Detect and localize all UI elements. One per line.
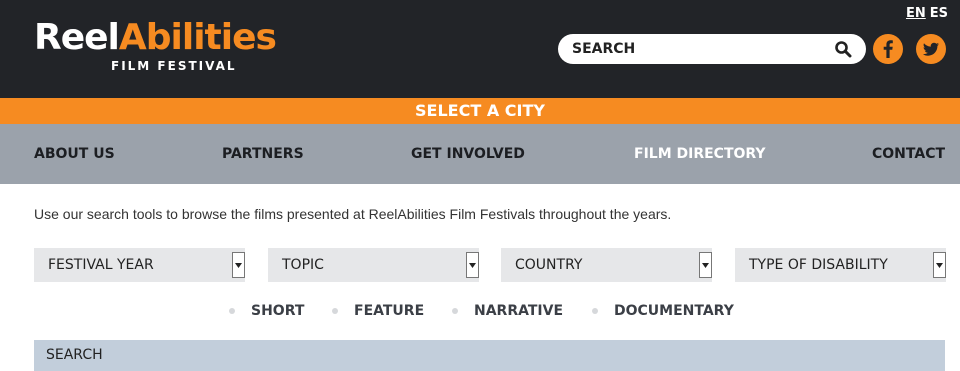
nav-get-involved[interactable]: GET INVOLVED (411, 124, 525, 184)
language-es-link[interactable]: ES (930, 6, 948, 21)
site-header: ReelAbilities FILM FESTIVAL EN ES (0, 0, 960, 98)
type-of-disability-label: TYPE OF DISABILITY (749, 257, 888, 273)
radio-dot (592, 308, 598, 314)
language-switcher: EN ES (906, 6, 948, 21)
site-logo[interactable]: ReelAbilities FILM FESTIVAL (34, 17, 277, 74)
chevron-down-icon (466, 252, 479, 278)
main-nav: ABOUT US PARTNERS GET INVOLVED FILM DIRE… (0, 124, 960, 184)
country-select[interactable]: COUNTRY (501, 248, 712, 282)
topic-select[interactable]: TOPIC (268, 248, 479, 282)
type-short-option[interactable]: SHORT (229, 300, 304, 322)
twitter-icon[interactable] (916, 34, 946, 64)
search-input[interactable] (572, 34, 828, 64)
select-city-bar[interactable]: SELECT A CITY (0, 98, 960, 124)
type-narrative-label: NARRATIVE (474, 303, 564, 319)
language-en-link[interactable]: EN (906, 6, 926, 21)
chevron-down-icon (699, 252, 712, 278)
type-documentary-option[interactable]: DOCUMENTARY (592, 300, 734, 322)
search-button-label: SEARCH (46, 347, 103, 363)
nav-contact[interactable]: CONTACT (872, 124, 945, 184)
intro-text: Use our search tools to browse the films… (34, 206, 672, 222)
logo-subtitle: FILM FESTIVAL (111, 59, 237, 73)
radio-dot (332, 308, 338, 314)
type-feature-label: FEATURE (354, 303, 425, 319)
country-label: COUNTRY (515, 257, 583, 273)
chevron-down-icon (933, 252, 946, 278)
radio-dot (452, 308, 458, 314)
festival-year-select[interactable]: FESTIVAL YEAR (34, 248, 245, 282)
chevron-down-icon (232, 252, 245, 278)
type-documentary-label: DOCUMENTARY (614, 303, 734, 319)
facebook-icon[interactable] (873, 34, 903, 64)
radio-dot (229, 308, 235, 314)
search-icon[interactable] (834, 40, 852, 58)
nav-film-directory[interactable]: FILM DIRECTORY (634, 124, 766, 184)
topic-label: TOPIC (282, 257, 324, 273)
type-feature-option[interactable]: FEATURE (332, 300, 424, 322)
select-city-label: SELECT A CITY (415, 101, 545, 120)
nav-about-us[interactable]: ABOUT US (34, 124, 115, 184)
search-button[interactable]: SEARCH (34, 340, 945, 371)
type-short-label: SHORT (251, 303, 305, 319)
logo-part-reel: Reel (34, 17, 120, 58)
nav-partners[interactable]: PARTNERS (222, 124, 304, 184)
festival-year-label: FESTIVAL YEAR (48, 257, 154, 273)
type-narrative-option[interactable]: NARRATIVE (452, 300, 563, 322)
film-type-options: SHORT FEATURE NARRATIVE DOCUMENTARY (0, 300, 960, 322)
logo-part-abilities: Abilities (118, 17, 277, 58)
header-search (558, 34, 866, 64)
type-of-disability-select[interactable]: TYPE OF DISABILITY (735, 248, 946, 282)
logo-wordmark: ReelAbilities (34, 17, 277, 58)
